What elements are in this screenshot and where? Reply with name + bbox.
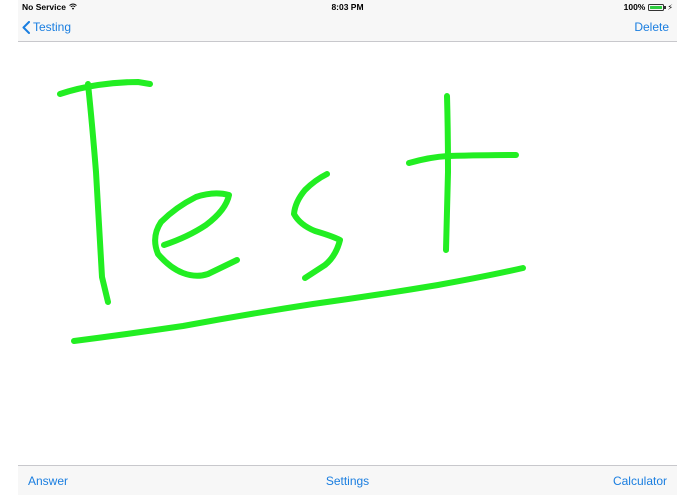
battery-level-fill xyxy=(650,5,663,9)
stroke-t-bar xyxy=(57,79,153,97)
settings-button[interactable]: Settings xyxy=(326,474,369,488)
settings-button-wrapper: Settings xyxy=(18,474,677,488)
back-button-label: Testing xyxy=(33,20,72,34)
navigation-bar: Testing Delete xyxy=(18,14,677,42)
stroke-underline xyxy=(71,265,526,344)
stroke-t-stem xyxy=(85,81,111,305)
status-time: 8:03 PM xyxy=(331,2,364,12)
battery-icon xyxy=(648,3,667,11)
charging-bolt-icon: ⚡ xyxy=(667,2,673,12)
delete-button[interactable]: Delete xyxy=(634,20,669,34)
drawing-canvas[interactable] xyxy=(18,42,677,465)
app-frame: No Service 8:03 PM 100% ⚡ Testing Delete… xyxy=(18,0,677,495)
stroke-t2-stem xyxy=(443,93,451,253)
stroke-e xyxy=(152,190,240,279)
handwriting-drawing xyxy=(57,79,526,344)
chevron-left-icon xyxy=(22,20,30,34)
stroke-t2-bar xyxy=(406,152,519,166)
battery-percent: 100% xyxy=(623,2,646,12)
battery-tip xyxy=(664,6,667,9)
bottom-toolbar: Answer Settings Calculator xyxy=(18,465,677,495)
status-bar: No Service 8:03 PM 100% ⚡ xyxy=(18,0,677,14)
calculator-button[interactable]: Calculator xyxy=(613,474,667,488)
status-right: 100% ⚡ xyxy=(624,2,673,12)
back-button[interactable]: Testing xyxy=(22,20,71,34)
ink-strokes xyxy=(57,79,526,344)
stroke-s xyxy=(291,171,343,281)
